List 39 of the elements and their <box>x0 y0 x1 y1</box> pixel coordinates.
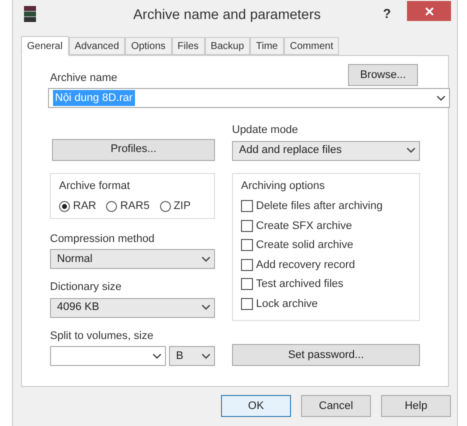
tab[interactable]: Options <box>125 37 172 55</box>
field-label: Dictionary size <box>50 280 123 295</box>
dictionary-size-dropdown[interactable]: 4096 KB <box>50 298 215 318</box>
field-label: Update mode <box>232 123 300 138</box>
help-title-button[interactable]: ? <box>377 4 397 24</box>
option-checkbox[interactable]: Create solid archive <box>241 237 354 254</box>
tab[interactable]: Comment <box>284 37 340 55</box>
ok-button[interactable]: OK <box>221 395 291 417</box>
option-checkbox[interactable]: Delete files after archiving <box>241 198 383 214</box>
browse-button[interactable]: Browse... <box>348 64 418 86</box>
tab[interactable]: Advanced <box>68 37 126 55</box>
cancel-button[interactable]: Cancel <box>301 395 371 417</box>
option-checkbox[interactable]: Create SFX archive <box>241 218 352 234</box>
tab[interactable]: Time <box>250 37 284 55</box>
format-radio[interactable]: ZIP <box>160 198 191 214</box>
tab[interactable]: Files <box>172 37 205 55</box>
field-label: Archive name <box>50 70 118 86</box>
help-button[interactable]: Help <box>381 395 451 417</box>
format-radio[interactable]: RAR <box>59 198 96 214</box>
update-mode-dropdown[interactable]: Add and replace files <box>232 140 420 160</box>
field-label: Archiving options <box>241 178 326 194</box>
size-unit-dropdown[interactable]: B <box>169 346 215 366</box>
close-button[interactable] <box>407 1 451 21</box>
set-password-button[interactable]: Set password... <box>232 344 420 366</box>
archive-books-icon <box>23 5 37 23</box>
field-label: Compression method <box>50 232 156 246</box>
tab[interactable]: General <box>21 36 69 56</box>
option-checkbox[interactable]: Lock archive <box>241 296 318 312</box>
option-checkbox[interactable]: Test archived files <box>241 276 344 292</box>
format-radio[interactable]: RAR5 <box>106 198 150 214</box>
profiles-button[interactable]: Profiles... <box>52 138 215 160</box>
field-label: Archive format <box>59 178 131 194</box>
volume-size-field[interactable] <box>50 346 166 366</box>
compression-method-dropdown[interactable]: Normal <box>50 249 215 269</box>
field-label: Split to volumes, size <box>50 328 154 344</box>
close-icon <box>424 6 434 16</box>
tab[interactable]: Backup <box>204 37 250 55</box>
window-title: Archive name and parameters <box>132 4 322 24</box>
option-checkbox[interactable]: Add recovery record <box>241 256 356 273</box>
